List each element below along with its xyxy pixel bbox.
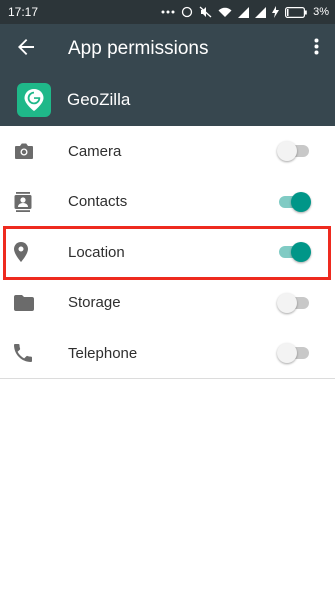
more-vertical-icon <box>314 38 319 60</box>
permission-label: Camera <box>68 142 122 160</box>
toolbar: App permissions <box>0 24 335 74</box>
status-time: 17:17 <box>8 5 39 19</box>
permission-row-telephone[interactable]: Telephone <box>0 328 335 379</box>
phone-icon <box>0 344 68 363</box>
signal-icon <box>238 6 250 18</box>
status-bar: 17:17 3% <box>0 0 335 24</box>
location-pin-icon <box>0 242 68 263</box>
geozilla-logo-icon <box>17 83 51 117</box>
mute-icon <box>199 6 212 18</box>
camera-toggle[interactable] <box>277 140 311 162</box>
permission-label: Contacts <box>68 193 128 211</box>
telephone-toggle[interactable] <box>277 342 311 364</box>
folder-icon <box>0 294 68 311</box>
camera-icon <box>0 142 68 160</box>
page-title: App permissions <box>68 38 209 59</box>
location-toggle[interactable] <box>277 241 311 263</box>
arrow-back-icon <box>17 38 35 61</box>
more-options-button[interactable] <box>301 24 331 74</box>
storage-toggle[interactable] <box>277 292 311 314</box>
charging-icon <box>272 6 280 18</box>
app-name: GeoZilla <box>67 90 131 109</box>
alarm-icon <box>181 6 193 18</box>
permission-label: Storage <box>68 294 121 312</box>
battery-percent: 3% <box>313 6 329 18</box>
signal-icon <box>255 6 267 18</box>
app-header: GeoZilla <box>0 74 335 126</box>
battery-icon <box>285 6 307 18</box>
permission-row-contacts[interactable]: Contacts <box>0 177 335 228</box>
permission-label: Location <box>68 243 125 261</box>
wifi-icon <box>218 7 232 18</box>
permission-row-camera[interactable]: Camera <box>0 126 335 177</box>
permission-label: Telephone <box>68 344 138 362</box>
divider <box>0 378 335 379</box>
back-button[interactable] <box>0 24 52 74</box>
permissions-list: Camera Contacts Location Storage Telepho… <box>0 126 335 379</box>
more-dots-icon <box>161 9 175 15</box>
contacts-icon <box>0 191 68 212</box>
permission-row-storage[interactable]: Storage <box>0 278 335 329</box>
status-icons: 3% <box>161 6 329 18</box>
contacts-toggle[interactable] <box>277 191 311 213</box>
permission-row-location[interactable]: Location <box>0 227 335 278</box>
